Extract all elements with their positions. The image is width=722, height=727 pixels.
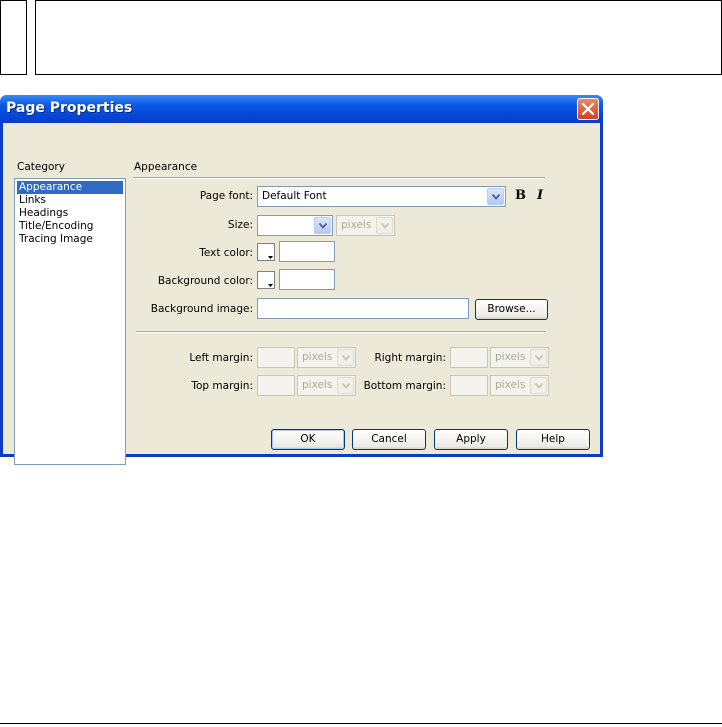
dropdown-triangle-icon [268, 256, 273, 259]
bottom-margin-unit-value: pixels [495, 379, 526, 391]
category-item-links[interactable]: Links [17, 194, 123, 207]
size-label: Size: [227, 219, 253, 231]
bottom-margin-unit-arrow [530, 377, 547, 394]
left-margin-label: Left margin: [189, 352, 253, 364]
page-box-large [35, 0, 722, 75]
bottom-margin-label: Bottom margin: [363, 380, 446, 392]
size-unit-dropdown-arrow [376, 217, 393, 234]
left-margin-unit-value: pixels [302, 351, 333, 363]
bold-icon[interactable]: B [515, 188, 526, 203]
page-font-dropdown-arrow[interactable] [487, 188, 504, 205]
page-box-small [0, 0, 27, 75]
size-unit-value: pixels [341, 219, 372, 231]
text-color-label: Text color: [199, 247, 253, 259]
cancel-button[interactable]: Cancel [352, 429, 426, 450]
right-margin-label: Right margin: [374, 352, 446, 364]
right-margin-unit-select: pixels [490, 347, 549, 368]
close-icon [582, 103, 594, 115]
category-item-headings[interactable]: Headings [17, 207, 123, 220]
background-color-label: Background color: [157, 275, 253, 287]
text-color-picker[interactable] [257, 243, 275, 261]
category-item-appearance[interactable]: Appearance [17, 181, 123, 194]
page-font-select[interactable]: Default Font [257, 186, 506, 207]
right-margin-unit-value: pixels [495, 351, 526, 363]
background-color-picker[interactable] [257, 271, 275, 289]
dialog-body: Category Appearance Links Headings Title… [3, 123, 600, 465]
chevron-down-icon [535, 355, 543, 361]
section-title: Appearance [134, 161, 198, 173]
page-bottom-rule [0, 723, 722, 724]
bottom-margin-unit-select: pixels [490, 375, 549, 396]
apply-button[interactable]: Apply [434, 429, 508, 450]
margins-divider [136, 331, 546, 333]
close-button[interactable] [577, 98, 599, 120]
dropdown-triangle-icon [268, 284, 273, 287]
page-properties-dialog: Page Properties Category Appearance Link… [0, 95, 603, 465]
right-margin-unit-arrow [530, 349, 547, 366]
chevron-down-icon [381, 223, 389, 229]
category-item-tracing-image[interactable]: Tracing Image [17, 233, 123, 246]
browse-button[interactable]: Browse... [475, 299, 548, 320]
size-select[interactable] [257, 215, 333, 236]
section-divider [133, 177, 545, 179]
category-label: Category [17, 161, 65, 173]
right-margin-input [450, 347, 488, 368]
background-image-input[interactable] [257, 298, 469, 319]
text-color-input[interactable] [279, 241, 335, 262]
italic-icon[interactable]: I [537, 188, 543, 203]
help-button[interactable]: Help [516, 429, 590, 450]
left-margin-input [257, 347, 295, 368]
page-font-label: Page font: [199, 190, 253, 202]
bottom-margin-input [450, 375, 488, 396]
page-font-value: Default Font [262, 190, 327, 202]
dialog-title: Page Properties [6, 100, 133, 116]
top-margin-label: Top margin: [191, 380, 253, 392]
category-list[interactable]: Appearance Links Headings Title/Encoding… [14, 178, 126, 465]
chevron-down-icon [535, 383, 543, 389]
size-dropdown-arrow[interactable] [314, 217, 331, 234]
background-image-label: Background image: [150, 303, 253, 315]
category-item-title-encoding[interactable]: Title/Encoding [17, 220, 123, 233]
top-margin-input [257, 375, 295, 396]
ok-button[interactable]: OK [271, 429, 345, 450]
dialog-titlebar[interactable]: Page Properties [0, 95, 603, 123]
size-unit-select: pixels [336, 215, 395, 236]
chevron-down-icon [492, 194, 500, 200]
top-margin-unit-value: pixels [302, 379, 333, 391]
chevron-down-icon [319, 223, 327, 229]
background-color-input[interactable] [279, 269, 335, 290]
